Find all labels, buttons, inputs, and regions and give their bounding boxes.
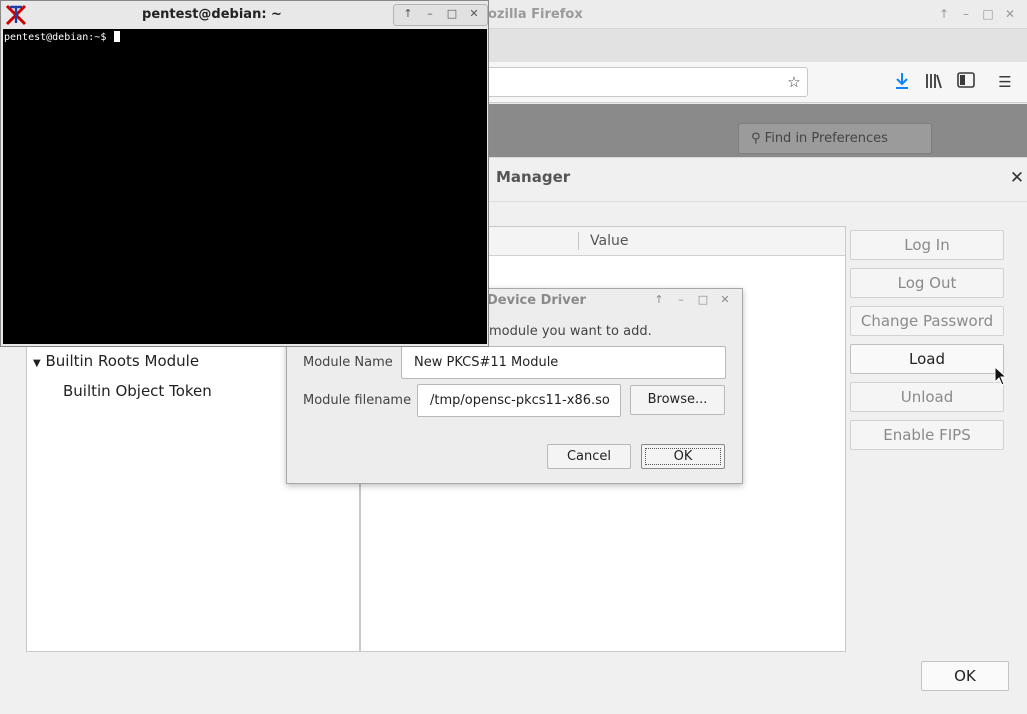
- mouse-pointer-icon: [994, 365, 1008, 386]
- tree-item-builtin-roots-module[interactable]: ▼ Builtin Roots Module: [33, 352, 199, 370]
- dialog-raise-icon[interactable]: ↑: [652, 293, 666, 307]
- xterm-title: pentest@debian: ~: [142, 7, 282, 22]
- column-separator[interactable]: [578, 232, 579, 250]
- focus-ring: [645, 448, 721, 465]
- firefox-minimize-icon[interactable]: –: [958, 6, 974, 22]
- unload-button[interactable]: Unload: [850, 382, 1004, 412]
- find-placeholder: Find in Preferences: [764, 131, 888, 146]
- firefox-window-title: ozilla Firefox: [488, 7, 583, 22]
- search-icon: ⚲: [751, 131, 761, 146]
- url-bar[interactable]: [480, 67, 808, 97]
- xterm-raise-icon[interactable]: ↑: [401, 7, 415, 21]
- load-dialog-title: Device Driver: [487, 293, 586, 308]
- load-dialog-prompt: module you want to add.: [489, 324, 652, 339]
- module-filename-label: Module filename: [303, 393, 412, 408]
- column-header-value[interactable]: Value: [590, 233, 628, 249]
- device-manager-ok-button[interactable]: OK: [921, 661, 1009, 691]
- login-button[interactable]: Log In: [850, 230, 1004, 260]
- firefox-maximize-icon[interactable]: □: [980, 6, 996, 22]
- xterm-minimize-icon[interactable]: –: [423, 7, 437, 21]
- load-button[interactable]: Load: [850, 344, 1004, 374]
- dialog-maximize-icon[interactable]: □: [696, 293, 710, 307]
- terminal-prompt: pentest@debian:~$: [4, 31, 121, 43]
- terminal-screen[interactable]: [3, 29, 487, 344]
- browse-button[interactable]: Browse...: [630, 385, 725, 415]
- firefox-raise-icon[interactable]: ↑: [936, 6, 952, 22]
- module-name-input[interactable]: New PKCS#11 Module: [401, 346, 726, 379]
- change-password-button[interactable]: Change Password: [850, 306, 1004, 336]
- xterm-maximize-icon[interactable]: □: [445, 7, 459, 21]
- tree-item-builtin-object-token[interactable]: Builtin Object Token: [63, 382, 212, 400]
- xterm-logo-icon: [4, 3, 28, 27]
- cancel-button[interactable]: Cancel: [547, 444, 631, 469]
- menu-icon[interactable]: ☰: [994, 72, 1016, 92]
- dialog-close-icon[interactable]: ✕: [718, 293, 732, 307]
- terminal-cursor: [114, 31, 121, 42]
- firefox-close-icon[interactable]: ✕: [1002, 6, 1018, 22]
- module-filename-input[interactable]: /tmp/opensc-pkcs11-x86.so: [417, 384, 621, 417]
- prompt-text: pentest@debian:~$: [4, 32, 113, 43]
- sidebar-icon[interactable]: [955, 72, 977, 92]
- module-name-label: Module Name: [303, 355, 393, 370]
- logout-button[interactable]: Log Out: [850, 268, 1004, 298]
- dialog-minimize-icon[interactable]: –: [674, 293, 688, 307]
- enable-fips-button[interactable]: Enable FIPS: [850, 420, 1004, 450]
- library-icon[interactable]: [923, 72, 945, 92]
- close-icon[interactable]: ✕: [1008, 168, 1026, 188]
- xterm-close-icon[interactable]: ✕: [467, 7, 481, 21]
- bookmark-star-icon[interactable]: ☆: [783, 72, 805, 92]
- load-dialog-ok-button[interactable]: OK: [641, 444, 725, 469]
- device-manager-title: Manager: [496, 168, 571, 186]
- find-in-preferences-input[interactable]: ⚲ Find in Preferences: [738, 123, 932, 154]
- expand-triangle-icon[interactable]: ▼: [33, 358, 41, 369]
- downloads-icon[interactable]: [891, 72, 913, 92]
